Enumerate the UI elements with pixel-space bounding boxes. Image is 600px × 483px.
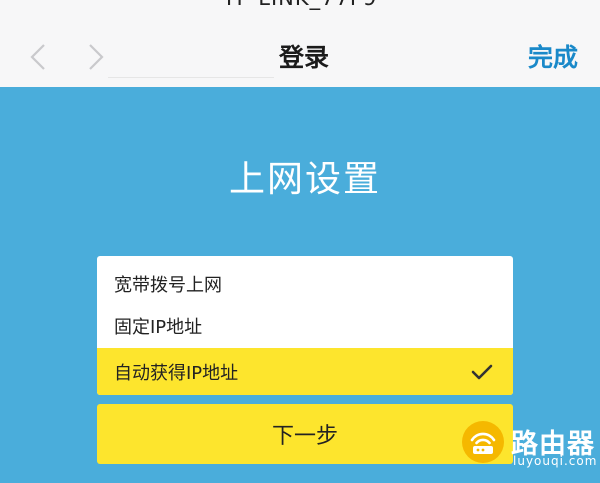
connection-type-list: 宽带拨号上网 固定IP地址 自动获得IP地址 xyxy=(97,256,513,395)
page-title: 登录 xyxy=(278,43,329,72)
top-nav-bar: TP-LINK_77F9 登录 完成 xyxy=(0,0,600,87)
option-label: 宽带拨号上网 xyxy=(114,275,222,296)
done-button[interactable]: 完成 xyxy=(528,38,578,74)
network-name: TP-LINK_77F9 xyxy=(0,0,600,10)
option-dynamic-ip[interactable]: 自动获得IP地址 xyxy=(97,348,513,395)
router-logo-icon xyxy=(461,420,505,464)
section-heading: 上网设置 xyxy=(228,159,381,200)
option-pppoe[interactable]: 宽带拨号上网 xyxy=(97,256,513,304)
watermark-site: luyouqi.com xyxy=(513,454,598,468)
option-label: 自动获得IP地址 xyxy=(114,362,239,384)
next-step-button[interactable]: 下一步 xyxy=(97,404,513,464)
watermark: 路由器 luyouqi.com xyxy=(461,418,600,478)
divider xyxy=(108,77,274,78)
option-static-ip[interactable]: 固定IP地址 xyxy=(97,304,513,348)
option-label: 固定IP地址 xyxy=(114,317,203,338)
checkmark-icon xyxy=(471,363,493,381)
